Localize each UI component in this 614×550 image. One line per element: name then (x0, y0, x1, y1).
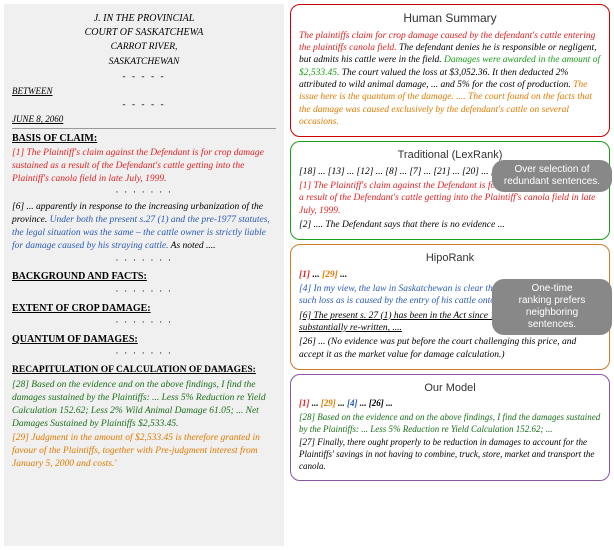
ellipsis: · · · · · · · (12, 317, 276, 330)
ellipsis: · · · · · · · (12, 255, 276, 268)
hipo-title: HipoRank (299, 251, 601, 265)
hipo-tail: [26] ... (No evidence was put before the… (299, 336, 601, 361)
divider (12, 128, 276, 129)
basis-post: As noted .... (168, 241, 215, 251)
ours-title: Our Model (299, 381, 601, 395)
human-title: Human Summary (299, 11, 601, 27)
recap-green: [28] Based on the evidence and on the ab… (12, 379, 276, 430)
ellipsis: · · · · · · · (12, 348, 276, 361)
recap-orange: [29] Judgment in the amount of $2,533.45… (12, 432, 276, 470)
trad-tail: [2] .... The Defendant says that there i… (299, 219, 601, 231)
callout2-l1: One-time (531, 283, 572, 294)
ellipsis: - - - - - (12, 99, 276, 112)
ours-black: [27] Finally, there ought properly to be… (299, 437, 601, 472)
basis-blue: Under both the present s.27 (1) and the … (12, 215, 270, 251)
court-title-line2: COURT OF SASKATCHEWA (12, 26, 276, 40)
our-model-box: Our Model [1] ... [29] ... [4] ... [26] … (290, 374, 610, 481)
extent-heading: EXTENT OF CROP DAMAGE: (12, 302, 276, 316)
quantum-heading: QUANTUM OF DAMAGES: (12, 333, 276, 347)
ellipsis: - - - - - (12, 71, 276, 84)
date: JUNE 8, 2060 (12, 113, 276, 125)
court-sub-line2: SASKATCHEWAN (12, 56, 276, 69)
ellipsis: · · · · · · · (12, 187, 276, 200)
court-sub-line1: CARROT RIVER, (12, 41, 276, 54)
basis-claim-red: [1] The Plaintiff's claim against the De… (12, 147, 276, 185)
between-label: BETWEEN (12, 85, 276, 97)
court-title-line1: J. IN THE PROVINCIAL (12, 12, 276, 26)
callout2-l3: neighboring (526, 307, 578, 318)
court-header: J. IN THE PROVINCIAL COURT OF SASKATCHEW… (12, 12, 276, 69)
callout2-l4: sentences. (528, 319, 576, 330)
callout1-l2: redundant sentences. (504, 176, 600, 187)
ours-green: [28] Based on the evidence and on the ab… (299, 412, 601, 435)
basis-heading: BASIS OF CLAIM: (12, 132, 276, 146)
human-body: The plaintiffs claim for crop damage cau… (299, 30, 601, 129)
basis-blue-block: [6] ... apparently in response to the in… (12, 201, 276, 252)
summaries-panel: Human Summary The plaintiffs claim for c… (290, 4, 610, 546)
human-black2: The court valued the loss at $3,052.36. … (299, 68, 573, 90)
callout2-l2: ranking prefers (519, 295, 586, 306)
ours-nums: [1] ... [29] ... [4] ... [26] ... (299, 398, 601, 410)
source-document-panel: J. IN THE PROVINCIAL COURT OF SASKATCHEW… (4, 4, 284, 546)
callout1-l1: Over selection of (514, 164, 589, 175)
bg-heading: BACKGROUND AND FACTS: (12, 270, 276, 284)
ellipsis: · · · · · · · (12, 286, 276, 299)
recap-heading: RECAPITULATION OF CALCULATION OF DAMAGES… (12, 364, 276, 377)
human-summary-box: Human Summary The plaintiffs claim for c… (290, 4, 610, 137)
callout-redundant: Over selection of redundant sentences. (492, 160, 612, 192)
callout-neighboring: One-time ranking prefers neighboring sen… (492, 279, 612, 335)
